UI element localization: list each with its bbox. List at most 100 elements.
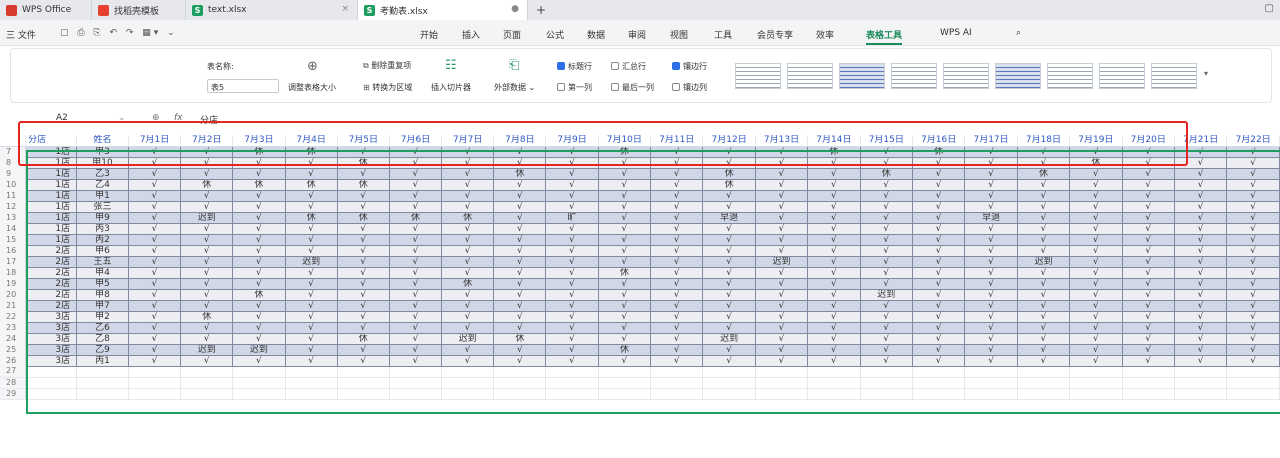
tab-1[interactable]: 找稻壳模板 [92,0,186,20]
search-icon[interactable]: ⌕ [1016,28,1021,38]
remove-duplicates-button[interactable]: ⧉ 删除重复项 [363,60,411,71]
header-row-checkbox[interactable]: 标题行 [557,61,592,72]
convert-to-range-button[interactable]: ⊞ 转换为区域 [363,82,412,93]
row-number[interactable]: 20 [0,289,27,300]
table-style-6[interactable] [995,63,1041,89]
row-number[interactable]: 24 [0,333,27,344]
table-name-input[interactable]: 表5 [207,79,279,93]
tab-3[interactable]: S 考勤表.xlsx ● [358,0,528,20]
table-style-9[interactable] [1151,63,1197,89]
banded-column-label: 镶边列 [683,83,707,92]
tab-bar: WPS Office 找稻壳模板 Stext.xlsx × S 考勤表.xlsx ● + ▢ [0,0,1280,20]
banded-row-check-icon [672,62,680,70]
sheet-s-icon: S [192,4,203,16]
row-number[interactable]: 18 [0,267,27,278]
resize-table-icon[interactable]: ⊕ [307,59,318,74]
last-column-label: 最后一列 [622,83,654,92]
banded-row-label: 镶边行 [683,62,707,71]
first-column-label: 第一列 [568,83,592,92]
tab-0[interactable]: WPS Office [0,0,92,20]
menu-item-3[interactable]: 公式 [546,28,564,41]
convert-range-label: 转换为区域 [372,83,413,92]
last-column-check-icon [611,83,619,91]
banded-column-check-icon [672,83,680,91]
header-row-check-icon [557,62,565,70]
menu-item-5[interactable]: 审阅 [628,28,646,41]
menu-item-0[interactable]: 开始 [420,28,438,41]
row-number[interactable]: 28 [0,377,27,389]
resize-table-button[interactable]: 调整表格大小 [288,82,336,93]
close-tab-icon[interactable]: × [341,4,349,14]
new-tab-button[interactable]: + [536,3,546,17]
menu-item-9[interactable]: 效率 [816,28,834,41]
row-number[interactable]: 14 [0,223,27,234]
row-number[interactable]: 17 [0,256,27,267]
window-restore-icon[interactable]: ▢ [1265,3,1274,14]
table-style-3[interactable] [839,63,885,89]
table-style-1[interactable] [735,63,781,89]
row-number[interactable]: 11 [0,190,27,201]
table-style-7[interactable] [1047,63,1093,89]
header-highlight-box [18,121,1188,166]
docer-logo-icon [98,4,109,16]
table-range-outline [26,150,1280,414]
row-number[interactable]: 15 [0,234,27,245]
file-menu[interactable]: 三 文件 [6,28,36,41]
row-number[interactable]: 25 [0,344,27,355]
slicer-icon[interactable]: ☷ [445,58,457,73]
row-number[interactable]: 12 [0,201,27,212]
menu-bar: 三 文件 ▢ ⎙ ⎘ ↶ ↷ ▦▾ ⌄ 开始 插入 页面 公式 数据 审阅 视图 工具 会员专享… [0,20,1280,46]
tab-2[interactable]: Stext.xlsx × [186,0,358,20]
external-data-label: 外部数据 [494,83,526,92]
row-number[interactable]: 29 [0,388,27,400]
table-style-2[interactable] [787,63,833,89]
convert-range-icon: ⊞ [363,83,373,92]
row-number[interactable]: 21 [0,300,27,311]
external-data-dropdown-icon: ⌄ [526,83,536,92]
menu-item-1[interactable]: 插入 [462,28,480,41]
wps-ai-menu[interactable]: WPS AI [940,28,972,38]
row-number[interactable]: 10 [0,179,27,190]
row-number[interactable]: 27 [0,366,27,378]
menu-item-7[interactable]: 工具 [714,28,732,41]
banded-row-checkbox[interactable]: 镶边行 [672,61,707,72]
first-column-checkbox[interactable]: 第一列 [557,82,592,93]
external-data-icon[interactable]: ⎗ [509,58,519,73]
unsaved-dot-icon[interactable]: ● [511,4,519,14]
total-row-checkbox[interactable]: 汇总行 [611,61,646,72]
tab-label: WPS Office [22,5,72,15]
menu-item-2[interactable]: 页面 [503,28,521,41]
table-name-label: 表名称: [207,62,234,71]
row-number[interactable]: 9 [0,168,27,179]
column-header-cell[interactable]: 7月22日 [1226,135,1280,147]
row-number[interactable]: 22 [0,311,27,322]
last-column-checkbox[interactable]: 最后一列 [611,82,654,93]
row-number[interactable]: 16 [0,245,27,256]
tab-label: text.xlsx [208,5,247,15]
row-number[interactable]: 26 [0,355,27,366]
menu-item-8[interactable]: 会员专享 [757,28,793,41]
row-number[interactable]: 23 [0,322,27,333]
wps-logo-icon [6,4,17,16]
first-column-check-icon [557,83,565,91]
tab-label: 考勤表.xlsx [380,6,428,17]
external-data-button[interactable]: 外部数据 ⌄ [494,82,535,93]
table-style-5[interactable] [943,63,989,89]
insert-slicer-button[interactable]: 插入切片器 [431,82,471,93]
header-row-label: 标题行 [568,62,592,71]
quick-access-icons[interactable]: ▢ ⎙ ⎘ ↶ ↷ ▦▾ ⌄ [60,28,178,38]
row-number[interactable]: 19 [0,278,27,289]
banded-column-checkbox[interactable]: 镶边列 [672,82,707,93]
tab-label: 找稻壳模板 [114,6,160,17]
total-row-label: 汇总行 [622,62,646,71]
table-style-8[interactable] [1099,63,1145,89]
menu-item-4[interactable]: 数据 [587,28,605,41]
style-gallery-expand-icon[interactable]: ▾ [1204,69,1208,78]
menu-item-10[interactable]: 表格工具 [866,28,903,45]
total-row-check-icon [611,62,619,70]
row-number[interactable]: 13 [0,212,27,223]
table-style-4[interactable] [891,63,937,89]
sheet-s-icon: S [364,4,375,16]
remove-duplicates-label: 删除重复项 [371,61,412,70]
menu-item-6[interactable]: 视图 [670,28,688,41]
